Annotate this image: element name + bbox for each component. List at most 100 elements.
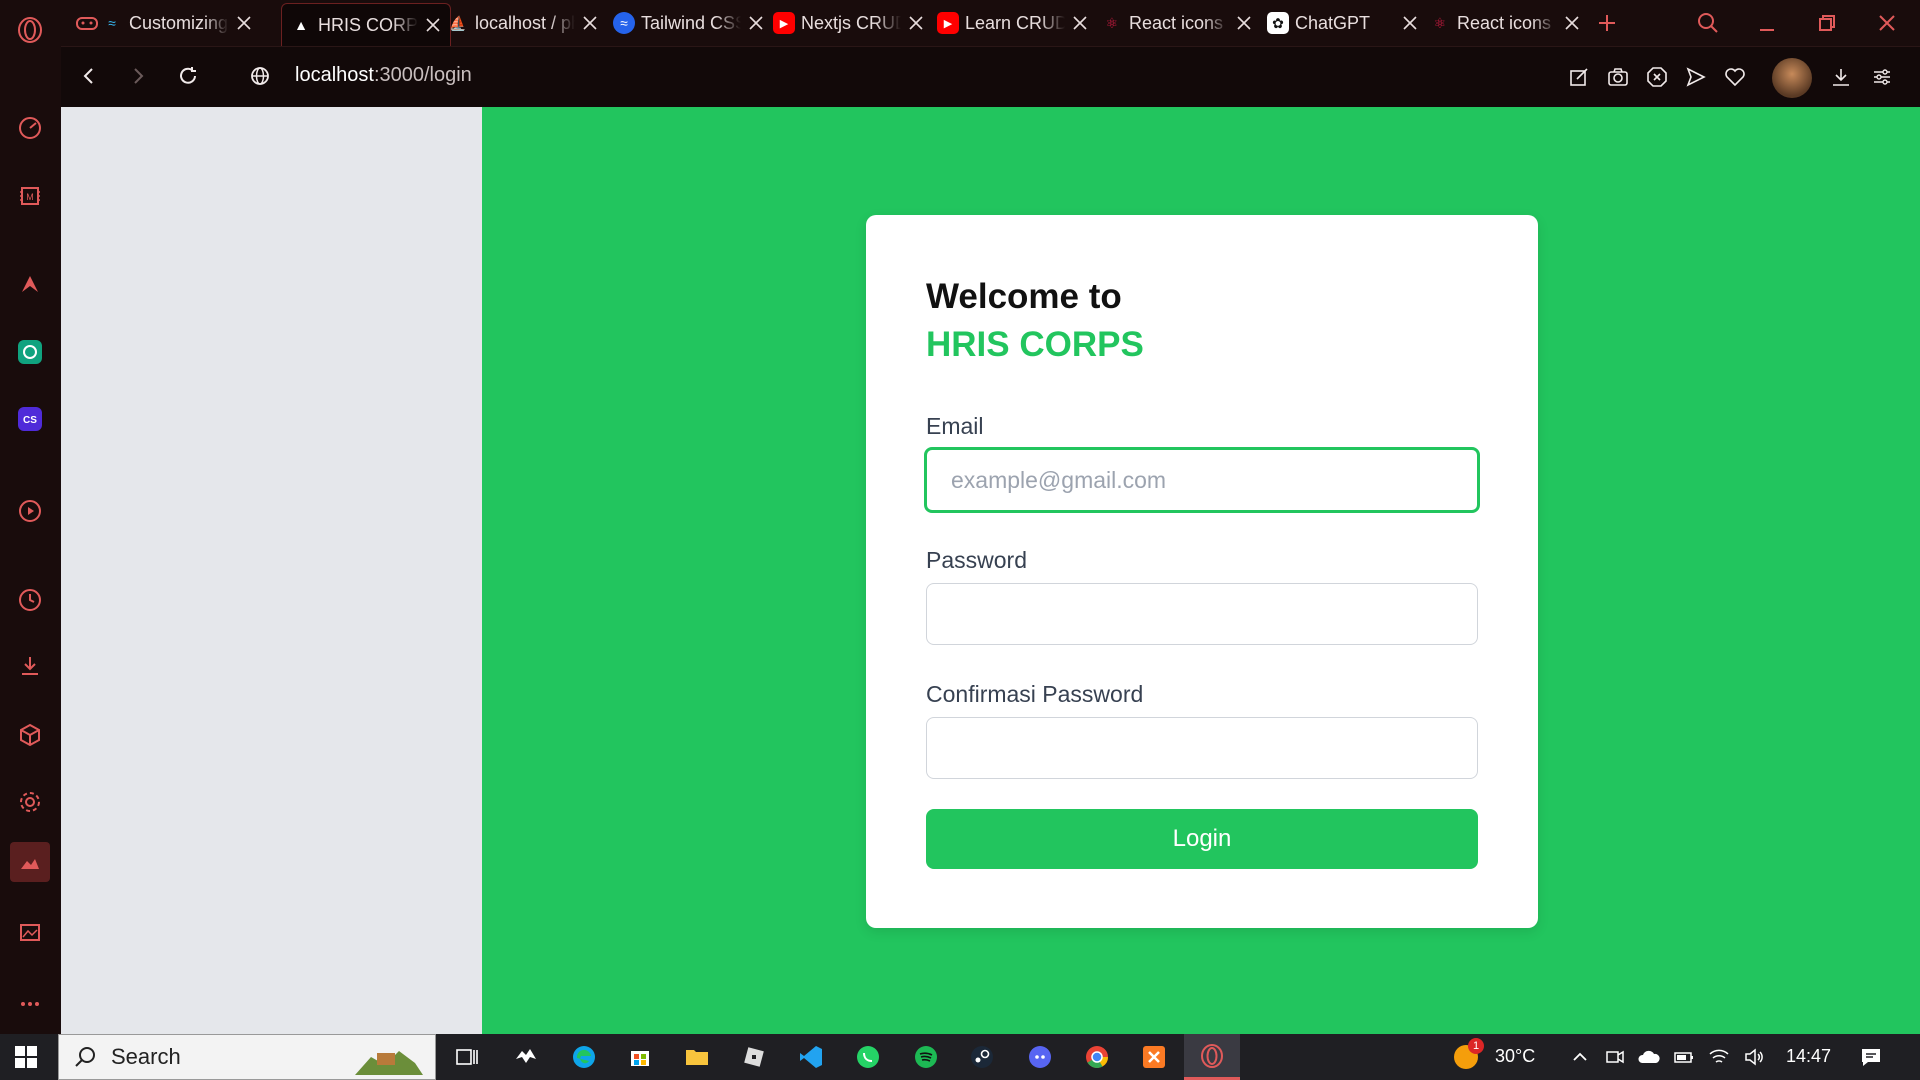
opera-gx-taskbar-icon[interactable] bbox=[1184, 1034, 1240, 1080]
email-label: Email bbox=[926, 413, 984, 439]
avatar[interactable] bbox=[1772, 58, 1812, 98]
email-field[interactable] bbox=[924, 447, 1480, 513]
youtube-icon: ▶ bbox=[937, 12, 959, 34]
react-icon: ⚛ bbox=[1105, 14, 1119, 31]
tab-label: React icons bbox=[1457, 12, 1552, 33]
react-icon: ⚛ bbox=[1433, 14, 1447, 31]
new-tab-button[interactable] bbox=[1596, 4, 1618, 42]
inkscape-icon[interactable] bbox=[510, 1041, 542, 1073]
tab-1[interactable]: ≈ Customizing bbox=[101, 4, 253, 42]
address-bar: localhost:3000/login bbox=[61, 46, 1920, 107]
tab-6[interactable]: ▶ Learn CRUD bbox=[937, 4, 1089, 42]
extensions-icon[interactable] bbox=[14, 719, 46, 751]
search-label: Search bbox=[111, 1044, 181, 1069]
onedrive-icon[interactable] bbox=[1633, 1041, 1665, 1073]
settings-icon[interactable] bbox=[14, 786, 46, 818]
tab-8[interactable]: ✿ ChatGPT bbox=[1267, 4, 1419, 42]
chatgpt-sidebar-icon[interactable] bbox=[14, 336, 46, 368]
history-icon[interactable] bbox=[14, 584, 46, 616]
tab-9[interactable]: ⚛ React icons bbox=[1429, 4, 1581, 42]
gx-control-icon[interactable] bbox=[75, 4, 99, 42]
confirm-password-field[interactable] bbox=[926, 717, 1478, 779]
player-icon[interactable] bbox=[14, 495, 46, 527]
tab-2[interactable]: ▲ HRIS CORPS bbox=[281, 3, 451, 46]
close-window-button[interactable] bbox=[1876, 4, 1898, 42]
steam-icon[interactable] bbox=[966, 1041, 998, 1073]
forward-button[interactable] bbox=[123, 61, 153, 91]
tab-label: Nextjs CRUD bbox=[801, 12, 901, 33]
close-tab-icon[interactable] bbox=[235, 14, 253, 32]
edge-icon[interactable] bbox=[568, 1041, 600, 1073]
svg-text:M: M bbox=[26, 192, 34, 202]
minimize-button[interactable] bbox=[1756, 4, 1778, 42]
password-field[interactable] bbox=[926, 583, 1478, 645]
whatsapp-icon[interactable] bbox=[852, 1041, 884, 1073]
opera-sidebar: M CS bbox=[0, 0, 61, 1034]
restore-button[interactable] bbox=[1816, 4, 1838, 42]
close-tab-icon[interactable] bbox=[1401, 14, 1419, 32]
tab-3[interactable]: ⛵ localhost / phpMyAdmin bbox=[447, 4, 599, 42]
chatgpt-icon: ✿ bbox=[1267, 12, 1289, 34]
taskbar-search[interactable]: Search bbox=[58, 1034, 436, 1080]
close-tab-icon[interactable] bbox=[581, 14, 599, 32]
easy-menu-icon[interactable] bbox=[1868, 63, 1896, 91]
url-path: :3000/login bbox=[373, 64, 472, 86]
temperature-text: 30°C bbox=[1495, 1046, 1536, 1066]
tab-label: localhost / phpMyAdmin bbox=[475, 12, 575, 33]
task-view-icon[interactable] bbox=[451, 1041, 483, 1073]
windows-start-icon[interactable] bbox=[10, 1041, 42, 1073]
bookmark-heart-icon[interactable] bbox=[1721, 63, 1749, 91]
meet-now-icon[interactable] bbox=[1599, 1041, 1631, 1073]
tab-5[interactable]: ▶ Nextjs CRUD bbox=[773, 4, 925, 42]
file-explorer-icon[interactable] bbox=[681, 1041, 713, 1073]
vscode-icon[interactable] bbox=[795, 1041, 827, 1073]
chrome-icon[interactable] bbox=[1081, 1041, 1113, 1073]
close-tab-icon[interactable] bbox=[1563, 14, 1581, 32]
site-info-icon[interactable] bbox=[245, 61, 275, 91]
opera-logo-icon[interactable] bbox=[14, 14, 46, 46]
memory-icon[interactable]: M bbox=[14, 180, 46, 212]
notification-icon[interactable] bbox=[1855, 1041, 1887, 1073]
roblox-icon[interactable] bbox=[738, 1041, 770, 1073]
close-tab-icon[interactable] bbox=[1071, 14, 1089, 32]
adblock-icon[interactable] bbox=[1643, 63, 1671, 91]
svg-text:CS: CS bbox=[23, 415, 37, 426]
gallery-icon[interactable] bbox=[14, 916, 46, 948]
url-field[interactable]: localhost:3000/login bbox=[295, 64, 472, 87]
back-button[interactable] bbox=[74, 61, 104, 91]
send-icon[interactable] bbox=[1682, 63, 1710, 91]
close-tab-icon[interactable] bbox=[907, 14, 925, 32]
xampp-icon[interactable] bbox=[1138, 1041, 1170, 1073]
close-tab-icon[interactable] bbox=[424, 16, 442, 34]
speed-dial-icon[interactable] bbox=[14, 112, 46, 144]
close-tab-icon[interactable] bbox=[1235, 14, 1253, 32]
battery-icon[interactable] bbox=[1668, 1041, 1700, 1073]
cs-app-icon[interactable]: CS bbox=[14, 403, 46, 435]
aria-icon[interactable] bbox=[14, 268, 46, 300]
easy-setup-icon[interactable] bbox=[1565, 63, 1593, 91]
search-icon bbox=[75, 1047, 95, 1067]
password-label: Password bbox=[926, 547, 1027, 573]
tray-chevron-icon[interactable] bbox=[1564, 1041, 1596, 1073]
tab-label: Tailwind CSS bbox=[641, 12, 741, 33]
download-icon[interactable] bbox=[1827, 63, 1855, 91]
reload-button[interactable] bbox=[173, 61, 203, 91]
volume-icon[interactable] bbox=[1738, 1041, 1770, 1073]
spotify-icon[interactable] bbox=[910, 1041, 942, 1073]
login-button[interactable]: Login bbox=[926, 809, 1478, 869]
clock-time[interactable]: 14:47 bbox=[1786, 1046, 1831, 1067]
welcome-heading: Welcome to bbox=[926, 277, 1122, 316]
tab-7[interactable]: ⚛ React icons bbox=[1101, 4, 1253, 42]
more-icon[interactable] bbox=[14, 988, 46, 1020]
windows-taskbar: Search 1 30°C 14:47 bbox=[0, 1034, 1920, 1080]
tab-search-icon[interactable] bbox=[1696, 4, 1720, 42]
store-icon[interactable] bbox=[624, 1041, 656, 1073]
downloads-sidebar-icon[interactable] bbox=[14, 650, 46, 682]
snapshot-icon[interactable] bbox=[1604, 63, 1632, 91]
close-tab-icon[interactable] bbox=[747, 14, 765, 32]
tab-4[interactable]: ≈ Tailwind CSS bbox=[613, 4, 765, 42]
tab-bar: ≈ Customizing ▲ HRIS CORPS ⛵ localhost / phpM… bbox=[61, 0, 1920, 46]
wifi-icon[interactable] bbox=[1703, 1041, 1735, 1073]
discord-icon[interactable] bbox=[1024, 1041, 1056, 1073]
wallpaper-icon[interactable] bbox=[10, 842, 50, 882]
